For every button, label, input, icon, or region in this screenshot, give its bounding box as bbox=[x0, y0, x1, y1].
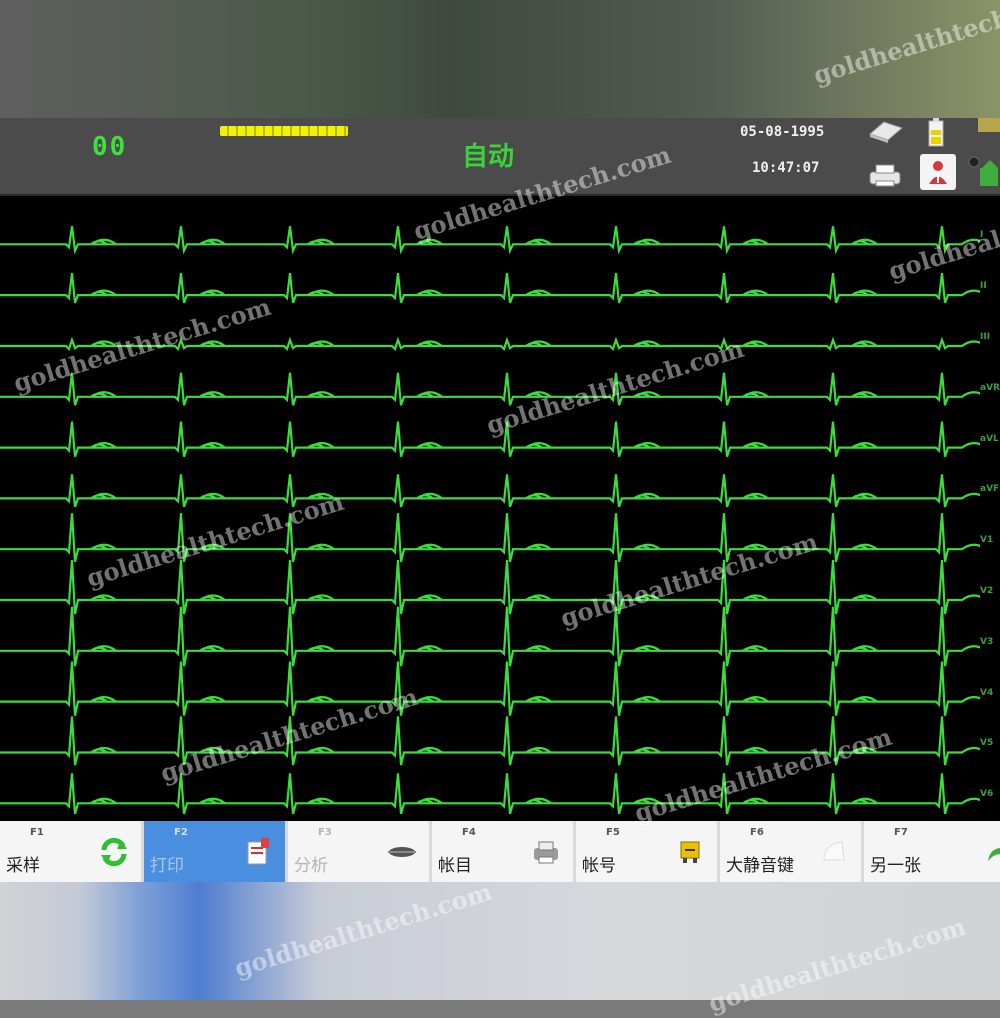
record-button[interactable]: F4 帐目 bbox=[432, 821, 576, 882]
paper-icon bbox=[866, 120, 906, 144]
ecg-trace-avl bbox=[0, 421, 980, 458]
analysis-button-label: 分析 bbox=[294, 856, 328, 876]
mute-icon bbox=[817, 835, 851, 869]
f5-key-label: F5 bbox=[606, 827, 620, 838]
lead-label-avl: aVL bbox=[980, 433, 999, 444]
ecg-trace-avf bbox=[0, 474, 980, 508]
function-key-toolbar: F1 采样 F2 打印 F3 分析 F4 帐目 F5 帐号 F6 大静音键 F7… bbox=[0, 821, 1000, 882]
refresh-icon bbox=[97, 835, 131, 869]
print-report-icon bbox=[241, 835, 275, 869]
ecg-trace-v3 bbox=[0, 606, 980, 667]
lead-label-v5: V5 bbox=[980, 738, 994, 749]
f2-key-label: F2 bbox=[174, 827, 188, 838]
ecg-trace-v2 bbox=[0, 559, 980, 615]
patient-icon[interactable] bbox=[920, 154, 956, 190]
ecg-trace-i bbox=[0, 226, 980, 255]
record-button-label: 帐目 bbox=[438, 856, 472, 876]
analysis-icon bbox=[385, 835, 419, 869]
f6-key-label: F6 bbox=[750, 827, 764, 838]
ecg-trace-ii bbox=[0, 272, 980, 304]
mute-button-label: 大静音键 bbox=[726, 856, 794, 876]
ecg-trace-v4 bbox=[0, 661, 980, 716]
print-button[interactable]: F2 打印 bbox=[144, 821, 288, 882]
analysis-button[interactable]: F3 分析 bbox=[288, 821, 432, 882]
ecg-trace-v1 bbox=[0, 513, 980, 563]
lead-label-avf: aVF bbox=[980, 484, 1000, 495]
mute-button[interactable]: F6 大静音键 bbox=[720, 821, 864, 882]
status-bar: 00 自动 05-08-1995 10:47:07 bbox=[0, 118, 1000, 196]
ecg-trace-iii bbox=[0, 336, 980, 352]
sample-button-label: 采样 bbox=[6, 856, 40, 876]
record-icon bbox=[529, 835, 563, 869]
signal-quality-bar bbox=[220, 126, 348, 136]
lead-label-column: I II III aVR aVL aVF V1 V2 V3 V4 V5 V6 bbox=[978, 196, 1000, 821]
lead-label-v2: V2 bbox=[980, 586, 994, 597]
photo-background-top bbox=[0, 0, 1000, 120]
battery-icon bbox=[926, 118, 946, 148]
lead-label-i: I bbox=[980, 230, 984, 241]
time-display: 10:47:07 bbox=[752, 160, 820, 176]
printer-icon bbox=[866, 162, 904, 188]
lead-label-iii: III bbox=[980, 331, 991, 342]
account-button-label: 帐号 bbox=[582, 856, 616, 876]
lead-label-ii: II bbox=[980, 281, 987, 292]
photo-background-bottom bbox=[0, 882, 1000, 1000]
ecg-waveform-area bbox=[0, 196, 980, 821]
lead-label-v4: V4 bbox=[980, 687, 994, 698]
ecg-trace-v6 bbox=[0, 773, 980, 815]
lead-label-v6: V6 bbox=[980, 789, 994, 800]
next-page-button[interactable]: F7 另一张 bbox=[864, 821, 1000, 882]
mode-title: 自动 bbox=[462, 142, 515, 172]
sample-button[interactable]: F1 采样 bbox=[0, 821, 144, 882]
next-arrow-icon bbox=[980, 835, 1000, 869]
print-button-label: 打印 bbox=[150, 856, 184, 876]
lead-label-avr: aVR bbox=[980, 382, 1000, 393]
ecg-trace-v5 bbox=[0, 716, 980, 766]
f4-key-label: F4 bbox=[462, 827, 476, 838]
lead-label-v1: V1 bbox=[980, 535, 994, 546]
ecg-trace-avr bbox=[0, 372, 980, 406]
lead-label-v3: V3 bbox=[980, 636, 994, 647]
f7-key-label: F7 bbox=[894, 827, 908, 838]
folder-icon bbox=[673, 835, 707, 869]
heart-rate-value: 00 bbox=[92, 132, 128, 162]
account-button[interactable]: F5 帐号 bbox=[576, 821, 720, 882]
f1-key-label: F1 bbox=[30, 827, 44, 838]
ecg-monitor-screen: 00 自动 05-08-1995 10:47:07 I II III aVR aVL aV… bbox=[0, 118, 1000, 882]
next-page-button-label: 另一张 bbox=[870, 856, 921, 876]
network-icon bbox=[966, 118, 1000, 194]
ecg-waveform-canvas bbox=[0, 226, 980, 815]
f3-key-label: F3 bbox=[318, 827, 332, 838]
date-display: 05-08-1995 bbox=[740, 124, 825, 140]
